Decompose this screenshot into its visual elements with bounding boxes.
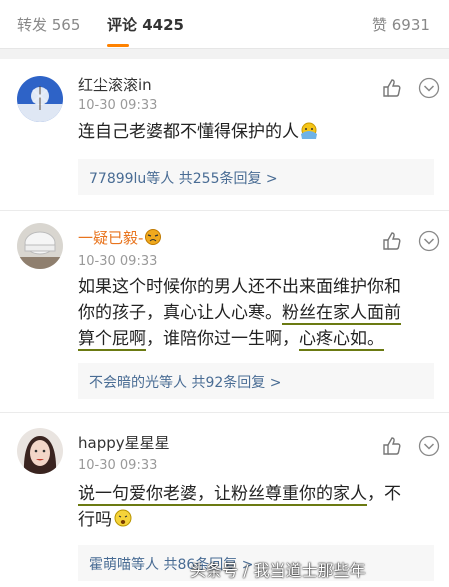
- emoji-icon: [143, 228, 163, 250]
- reply-summary-text: 不会暗的光等人 共92条回复 >: [89, 375, 282, 391]
- chevron-down-icon[interactable]: [418, 230, 440, 252]
- timestamp: 10-30 09:33: [78, 254, 158, 269]
- timestamp: 10-30 09:33: [78, 98, 158, 113]
- highlighted-text: 粉丝在家人面前: [282, 303, 401, 325]
- comment-text-line: 说一句爱你老婆，让粉丝尊重你的家人，不: [78, 481, 423, 507]
- section-gap: [0, 49, 449, 59]
- comment-text-fragment: ，谁陪你过一生啊，: [146, 329, 299, 349]
- comment-text-fragment: ，不: [367, 484, 401, 504]
- comment-text-fragment: 你的孩子，真心让人心寒。: [78, 303, 282, 323]
- highlighted-text: 心疼心如。: [299, 329, 384, 351]
- tab-likes[interactable]: 赞 6931: [372, 14, 430, 35]
- chevron-down-icon[interactable]: [418, 77, 440, 99]
- username[interactable]: 红尘滚滚in: [78, 74, 152, 95]
- active-tab-indicator: [107, 44, 129, 47]
- chevron-down-icon[interactable]: [418, 435, 440, 457]
- reply-summary-text: 77899lu等人 共255条回复 >: [89, 171, 278, 187]
- tab-comments[interactable]: 评论 4425: [107, 14, 184, 35]
- thumbs-up-icon[interactable]: [381, 77, 403, 99]
- comment-text-line: 如果这个时候你的男人还不出来面维护你和: [78, 277, 401, 297]
- watermark: 头条号 / 我当道士那些年: [190, 561, 366, 580]
- avatar[interactable]: [17, 76, 63, 122]
- thumbs-up-icon[interactable]: [381, 435, 403, 457]
- comment-item: 一疑已毅- 10-30 09:33 如果这个时候你的男人还不出来面维护你和 你的…: [0, 211, 449, 412]
- username-text: 一疑已毅-: [78, 229, 144, 247]
- emoji-icon: [299, 122, 319, 148]
- reply-summary[interactable]: 77899lu等人 共255条回复 >: [78, 159, 434, 195]
- emoji-icon: [112, 508, 134, 536]
- comment-text: 连自己老婆都不懂得保护的人: [78, 119, 423, 148]
- comment-item: 红尘滚滚in 10-30 09:33 连自己老婆都不懂得保护的人 77899lu…: [0, 59, 449, 210]
- highlighted-text: 说一句爱你老婆，让粉丝尊重你的家人: [78, 484, 367, 506]
- avatar[interactable]: [17, 223, 63, 269]
- highlighted-text: 算个屁啊: [78, 329, 146, 351]
- thumbs-up-icon[interactable]: [381, 230, 403, 252]
- comment-text-line: 你的孩子，真心让人心寒。粉丝在家人面前: [78, 300, 423, 326]
- comment-text-content: 连自己老婆都不懂得保护的人: [78, 122, 299, 142]
- tab-repost[interactable]: 转发 565: [17, 14, 80, 35]
- comment-text: 如果这个时候你的男人还不出来面维护你和 你的孩子，真心让人心寒。粉丝在家人面前 …: [78, 274, 423, 352]
- username[interactable]: 一疑已毅-: [78, 227, 163, 250]
- username[interactable]: happy星星星: [78, 432, 170, 453]
- comment-text-fragment: 行吗: [78, 510, 112, 530]
- comment-tabs: 转发 565 评论 4425 赞 6931: [0, 0, 449, 49]
- timestamp: 10-30 09:33: [78, 458, 158, 473]
- avatar[interactable]: [17, 428, 63, 474]
- comment-text-line: 算个屁啊，谁陪你过一生啊，心疼心如。: [78, 326, 423, 352]
- reply-summary[interactable]: 不会暗的光等人 共92条回复 >: [78, 363, 434, 399]
- comment-text: 说一句爱你老婆，让粉丝尊重你的家人，不 行吗: [78, 481, 423, 536]
- comment-text-line: 行吗: [78, 507, 423, 536]
